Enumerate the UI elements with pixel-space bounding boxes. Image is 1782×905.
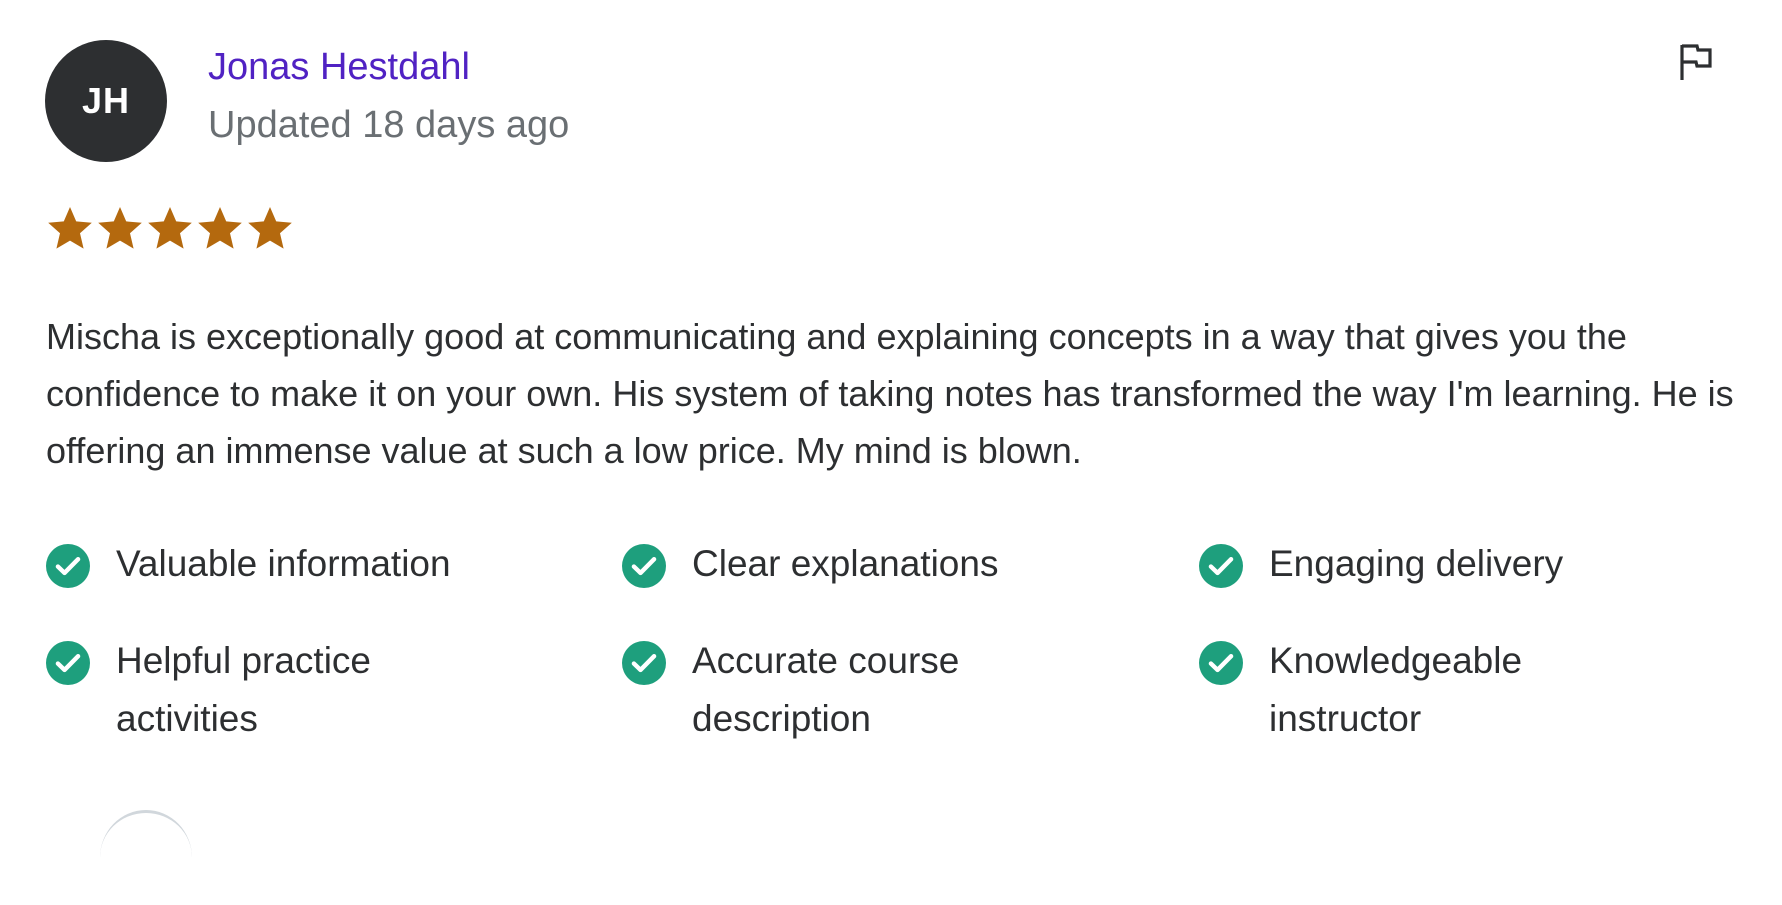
avatar-initials: JH [81,80,131,121]
next-review-avatar-partial [100,810,192,905]
check-circle-icon [46,641,90,685]
tag-item: Clear explanations [622,538,1142,593]
tag-item: Helpful practice activities [46,635,386,748]
star-icon [248,207,292,249]
tag-label: Engaging delivery [1269,543,1564,584]
updated-timestamp: Updated 18 days ago [208,104,570,146]
reviewer-name-link[interactable]: Jonas Hestdahl [208,46,470,89]
tag-label: Valuable information [116,543,451,584]
star-icon [98,207,142,249]
tag-item: Engaging delivery [1199,538,1719,593]
check-circle-icon [1199,544,1243,588]
check-circle-icon [622,544,666,588]
tag-label: Knowledgeable instructor [1269,640,1523,739]
check-circle-icon [622,641,666,685]
star-icon [198,207,242,249]
star-icon [48,207,92,249]
check-circle-icon [1199,641,1243,685]
check-circle-icon [46,544,90,588]
tag-label: Accurate course description [692,640,960,739]
tag-item: Knowledgeable instructor [1199,635,1539,748]
avatar: JH [45,40,167,162]
review-card: JH Jonas Hestdahl Updated 18 days ago Mi… [0,0,1782,872]
review-comment: Mischa is exceptionally good at communic… [46,316,1734,471]
tag-item: Valuable information [46,538,566,593]
flag-icon[interactable] [1672,38,1720,86]
tag-label: Helpful practice activities [116,640,372,739]
tag-label: Clear explanations [692,543,999,584]
star-icon [148,207,192,249]
star-rating [46,204,294,252]
tag-item: Accurate course description [622,635,962,748]
